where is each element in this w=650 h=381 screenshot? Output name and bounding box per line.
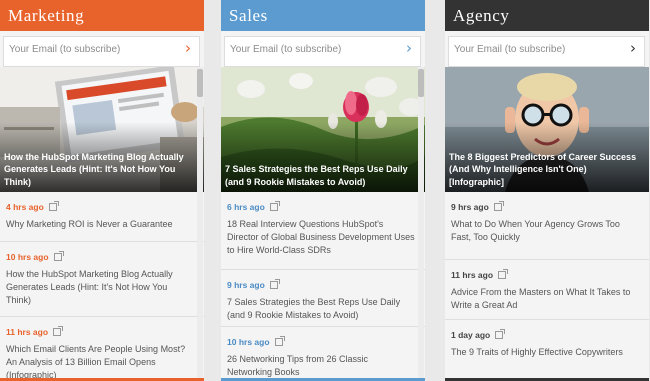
column-title: Agency bbox=[445, 0, 649, 31]
column-title: Sales bbox=[221, 0, 425, 31]
post-title[interactable]: The 9 Traits of Highly Effective Copywri… bbox=[451, 346, 639, 359]
post-title[interactable]: How the HubSpot Marketing Blog Actually … bbox=[6, 268, 194, 307]
post-time: 11 hrs ago bbox=[6, 326, 49, 337]
chevron-right-icon[interactable]: › bbox=[630, 41, 636, 56]
scrollbar-thumb[interactable] bbox=[197, 69, 203, 97]
external-link-icon[interactable] bbox=[48, 200, 59, 211]
featured-post-title[interactable]: 7 Sales Strategies the Best Reps Use Dai… bbox=[225, 163, 419, 188]
column-sales: Sales Your Email (to subscribe) › 7 Sale… bbox=[221, 0, 425, 381]
post-time: 9 hrs ago bbox=[227, 279, 265, 290]
post-time: 1 day ago bbox=[451, 329, 491, 340]
post-time-row: 9 hrs ago bbox=[227, 278, 415, 291]
featured-post-title[interactable]: How the HubSpot Marketing Blog Actually … bbox=[4, 151, 198, 189]
list-item[interactable]: 9 hrs ago What to Do When Your Agency Gr… bbox=[445, 192, 649, 260]
post-time: 4 hrs ago bbox=[6, 201, 44, 212]
external-link-icon[interactable] bbox=[269, 278, 280, 289]
featured-post-title[interactable]: The 8 Biggest Predictors of Career Succe… bbox=[449, 151, 643, 189]
post-time-row: 11 hrs ago bbox=[451, 268, 639, 281]
post-time-row: 11 hrs ago bbox=[6, 325, 194, 338]
external-link-icon[interactable] bbox=[493, 200, 504, 211]
external-link-icon[interactable] bbox=[495, 328, 506, 339]
scrollbar-thumb[interactable] bbox=[418, 69, 424, 97]
post-time-row: 4 hrs ago bbox=[6, 200, 194, 213]
post-title[interactable]: 26 Networking Tips from 26 Classic Netwo… bbox=[227, 353, 415, 379]
subscribe-email-input[interactable]: Your Email (to subscribe) › bbox=[224, 36, 421, 67]
subscribe-email-input[interactable]: Your Email (to subscribe) › bbox=[3, 36, 200, 67]
list-item[interactable]: 6 hrs ago 18 Real Interview Questions Hu… bbox=[221, 192, 425, 270]
list-item[interactable]: 11 hrs ago Advice From the Masters on Wh… bbox=[445, 260, 649, 320]
post-time-row: 10 hrs ago bbox=[6, 250, 194, 263]
external-link-icon[interactable] bbox=[53, 250, 64, 261]
subscribe-placeholder: Your Email (to subscribe) bbox=[230, 44, 342, 55]
post-title[interactable]: 7 Sales Strategies the Best Reps Use Dai… bbox=[227, 296, 415, 322]
external-link-icon[interactable] bbox=[498, 268, 509, 279]
list-item[interactable]: 10 hrs ago 26 Networking Tips from 26 Cl… bbox=[221, 327, 425, 381]
subscribe-placeholder: Your Email (to subscribe) bbox=[9, 44, 121, 55]
featured-post[interactable]: 7 Sales Strategies the Best Reps Use Dai… bbox=[221, 67, 425, 192]
post-time: 11 hrs ago bbox=[451, 269, 494, 280]
post-time: 10 hrs ago bbox=[227, 336, 270, 347]
subscribe-placeholder: Your Email (to subscribe) bbox=[454, 44, 566, 55]
list-item[interactable]: 9 hrs ago 7 Sales Strategies the Best Re… bbox=[221, 270, 425, 327]
post-title[interactable]: Advice From the Masters on What It Takes… bbox=[451, 286, 639, 312]
column-agency: Agency Your Email (to subscribe) › The 8… bbox=[445, 0, 649, 381]
list-item[interactable]: 4 hrs ago Why Marketing ROI is Never a G… bbox=[0, 192, 204, 242]
post-time: 10 hrs ago bbox=[6, 251, 49, 262]
external-link-icon[interactable] bbox=[53, 325, 64, 336]
chevron-right-icon[interactable]: › bbox=[185, 41, 191, 56]
post-time-row: 1 day ago bbox=[451, 328, 639, 341]
blog-feed-board: Marketing Your Email (to subscribe) › Ho… bbox=[0, 0, 650, 381]
featured-post[interactable]: The 8 Biggest Predictors of Career Succe… bbox=[445, 67, 649, 192]
scrollbar[interactable] bbox=[197, 67, 203, 379]
post-title[interactable]: Why Marketing ROI is Never a Guarantee bbox=[6, 218, 194, 231]
post-title[interactable]: Which Email Clients Are People Using Mos… bbox=[6, 343, 194, 381]
list-item[interactable]: 10 hrs ago How the HubSpot Marketing Blo… bbox=[0, 242, 204, 317]
post-time-row: 6 hrs ago bbox=[227, 200, 415, 213]
post-time: 6 hrs ago bbox=[227, 201, 265, 212]
post-title[interactable]: What to Do When Your Agency Grows Too Fa… bbox=[451, 218, 639, 244]
post-time-row: 9 hrs ago bbox=[451, 200, 639, 213]
external-link-icon[interactable] bbox=[269, 200, 280, 211]
scrollbar[interactable] bbox=[418, 67, 424, 379]
external-link-icon[interactable] bbox=[274, 335, 285, 346]
featured-post[interactable]: How the HubSpot Marketing Blog Actually … bbox=[0, 67, 204, 192]
column-marketing: Marketing Your Email (to subscribe) › Ho… bbox=[0, 0, 204, 381]
column-title: Marketing bbox=[0, 0, 204, 31]
post-time: 9 hrs ago bbox=[451, 201, 489, 212]
list-item[interactable]: 11 hrs ago Which Email Clients Are Peopl… bbox=[0, 317, 204, 381]
chevron-right-icon[interactable]: › bbox=[406, 41, 412, 56]
post-time-row: 10 hrs ago bbox=[227, 335, 415, 348]
list-item[interactable]: 1 day ago The 9 Traits of Highly Effecti… bbox=[445, 320, 649, 381]
subscribe-email-input[interactable]: Your Email (to subscribe) › bbox=[448, 36, 645, 67]
post-title[interactable]: 18 Real Interview Questions HubSpot's Di… bbox=[227, 218, 415, 257]
